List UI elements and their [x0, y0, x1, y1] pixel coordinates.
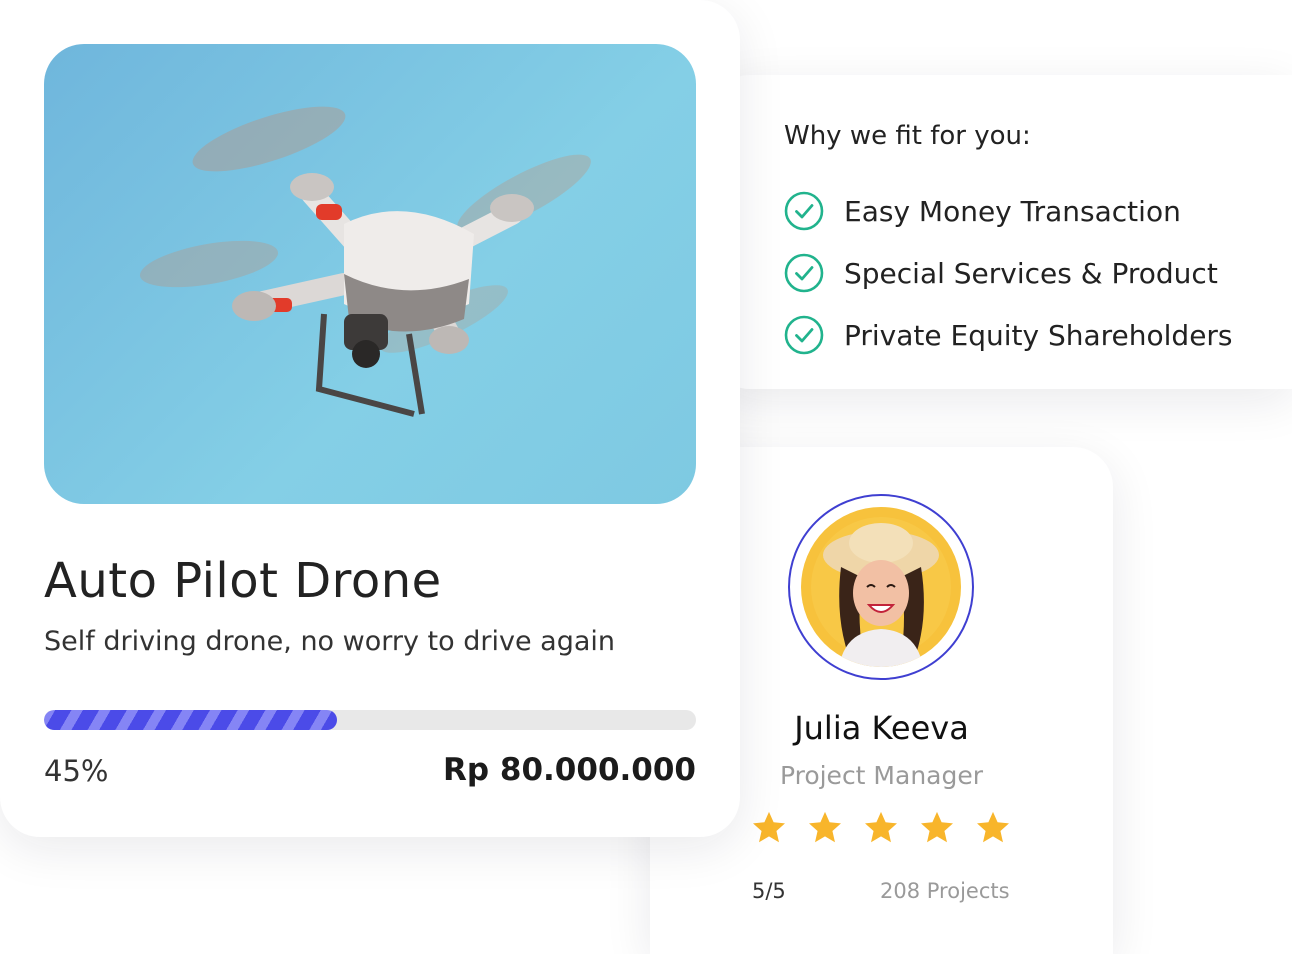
product-price: Rp 80.000.000 — [443, 752, 696, 788]
star-icon — [921, 811, 953, 843]
why-item-label: Private Equity Shareholders — [844, 318, 1233, 352]
check-circle-icon — [784, 191, 824, 231]
progress-percent: 45% — [44, 754, 109, 788]
product-subtitle: Self driving drone, no worry to drive ag… — [44, 626, 615, 657]
projects-count: 208 Projects — [880, 879, 1010, 903]
check-circle-icon — [784, 253, 824, 293]
why-title: Why we fit for you: — [784, 121, 1031, 151]
star-rating — [750, 809, 1012, 847]
why-card: Why we fit for you: Easy Money Transacti… — [710, 75, 1292, 389]
why-list: Easy Money Transaction Special Services … — [784, 180, 1233, 366]
star-icon — [977, 811, 1009, 843]
drone-illustration — [139, 106, 591, 417]
star-icon — [865, 811, 897, 843]
why-item-label: Special Services & Product — [844, 256, 1218, 290]
progress-bar — [44, 710, 696, 730]
drone-photo[interactable] — [44, 44, 696, 504]
avatar-ring[interactable] — [788, 494, 974, 680]
product-title: Auto Pilot Drone — [44, 553, 442, 609]
list-item: Private Equity Shareholders — [784, 304, 1233, 366]
star-icon — [809, 811, 841, 843]
list-item: Easy Money Transaction — [784, 180, 1233, 242]
star-icon — [753, 811, 785, 843]
product-card: Auto Pilot Drone Self driving drone, no … — [0, 0, 740, 837]
avatar — [801, 507, 961, 667]
progress-fill — [44, 710, 338, 730]
check-circle-icon — [784, 315, 824, 355]
rating-value: 5/5 — [752, 879, 786, 903]
why-item-label: Easy Money Transaction — [844, 194, 1181, 228]
list-item: Special Services & Product — [784, 242, 1233, 304]
